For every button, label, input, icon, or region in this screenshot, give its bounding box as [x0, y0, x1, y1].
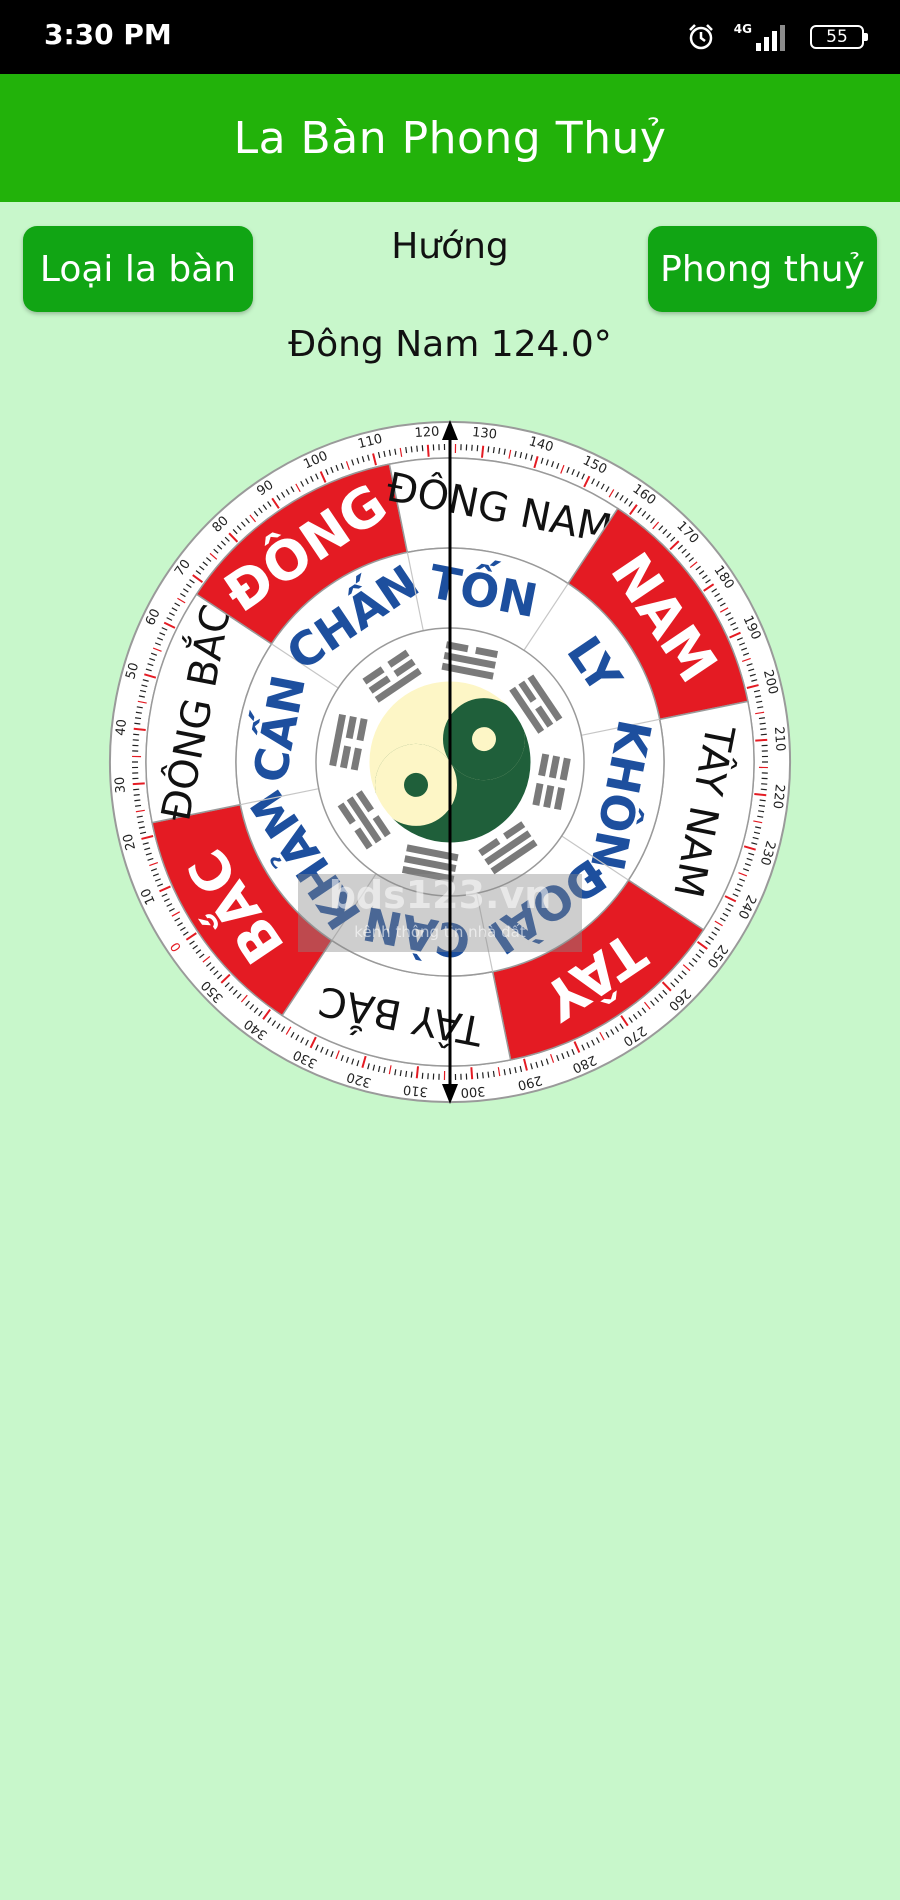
degree-label: 210 [771, 726, 788, 752]
app-title: La Bàn Phong Thuỷ [233, 112, 667, 164]
compass-type-button[interactable]: Loại la bàn [23, 226, 253, 312]
battery-level: 55 [826, 27, 848, 47]
network-indicator: 4G [734, 23, 792, 51]
degree-label: 310 [402, 1081, 428, 1099]
degree-label: 40 [113, 718, 130, 736]
direction-value: Đông Nam 124.0° [288, 324, 612, 365]
signal-icon [756, 25, 785, 51]
network-label: 4G [733, 22, 752, 36]
status-time: 3:30 PM [44, 18, 172, 51]
degree-label: 220 [769, 783, 787, 809]
app-bar: La Bàn Phong Thuỷ [0, 74, 900, 202]
watermark-tagline: kênh thông tin nhà đất [354, 923, 526, 941]
compass[interactable]: 0 10 20 30 40 50 60 70 80 90 100 110 120 130 140 150 160… [106, 418, 794, 1106]
watermark-brand: bds123.vn [329, 873, 552, 917]
alarm-icon [688, 24, 713, 50]
battery-icon: 55 [810, 25, 868, 49]
degree-label: 120 [414, 424, 440, 441]
degree-label: 30 [113, 776, 129, 794]
compass-dial: 0102030405060708090100110 120 130140150160… [109, 420, 791, 1104]
degree-label: 300 [460, 1083, 486, 1100]
degree-label: 130 [471, 425, 497, 443]
feng-shui-button[interactable]: Phong thuỷ [648, 226, 877, 312]
direction-label: Hướng [391, 226, 509, 267]
status-bar: 3:30 PM 4G 55 [0, 0, 900, 74]
status-icons: 4G 55 [686, 20, 868, 54]
